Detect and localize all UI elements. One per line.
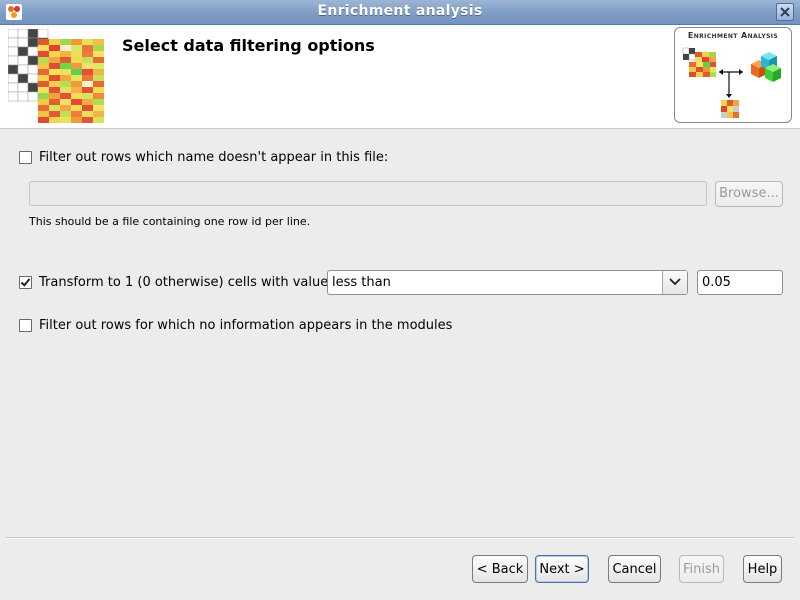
chevron-down-icon — [669, 278, 681, 286]
enrichment-diagram-icon — [682, 47, 781, 118]
browse-button[interactable]: Browse... — [715, 181, 783, 207]
finish-button[interactable]: Finish — [679, 555, 724, 583]
back-button[interactable]: < Back — [472, 555, 528, 583]
comparison-select[interactable]: less than — [327, 270, 688, 295]
logo-title: Enrichment Analysis — [687, 31, 779, 40]
transform-label[interactable]: Transform to 1 (0 otherwise) cells with … — [39, 275, 328, 290]
enrichment-analysis-logo: Enrichment Analysis — [674, 27, 792, 123]
filter-file-hint: This should be a file containing one row… — [29, 215, 311, 228]
close-button[interactable] — [776, 3, 794, 21]
threshold-input[interactable]: 0.05 — [697, 270, 783, 295]
page-title: Select data filtering options — [122, 36, 375, 55]
next-button[interactable]: Next > — [535, 555, 589, 583]
close-icon — [780, 7, 790, 17]
wizard-window: Enrichment analysis Select data filterin… — [0, 0, 800, 600]
heatmap-illustration — [8, 29, 104, 123]
transform-option: Transform to 1 (0 otherwise) cells with … — [19, 275, 328, 290]
filter-file-label[interactable]: Filter out rows which name doesn't appea… — [39, 150, 388, 165]
help-button[interactable]: Help — [743, 555, 782, 583]
title-bar: Enrichment analysis — [0, 0, 800, 25]
window-title: Enrichment analysis — [317, 3, 483, 19]
filter-file-path-input[interactable] — [29, 181, 707, 206]
comparison-select-value: less than — [332, 275, 391, 290]
comparison-dropdown-button[interactable] — [662, 271, 687, 294]
transform-checkbox[interactable] — [19, 276, 32, 289]
cancel-button[interactable]: Cancel — [608, 555, 661, 583]
filter-file-option: Filter out rows which name doesn't appea… — [19, 150, 388, 165]
filter-no-info-option: Filter out rows for which no information… — [19, 318, 452, 333]
filter-no-info-checkbox[interactable] — [19, 319, 32, 332]
wizard-header: Select data filtering options Enrichment… — [0, 25, 800, 129]
footer-separator — [6, 537, 794, 539]
filter-file-checkbox[interactable] — [19, 151, 32, 164]
threshold-value: 0.05 — [702, 275, 731, 290]
filter-no-info-label[interactable]: Filter out rows for which no information… — [39, 318, 452, 333]
